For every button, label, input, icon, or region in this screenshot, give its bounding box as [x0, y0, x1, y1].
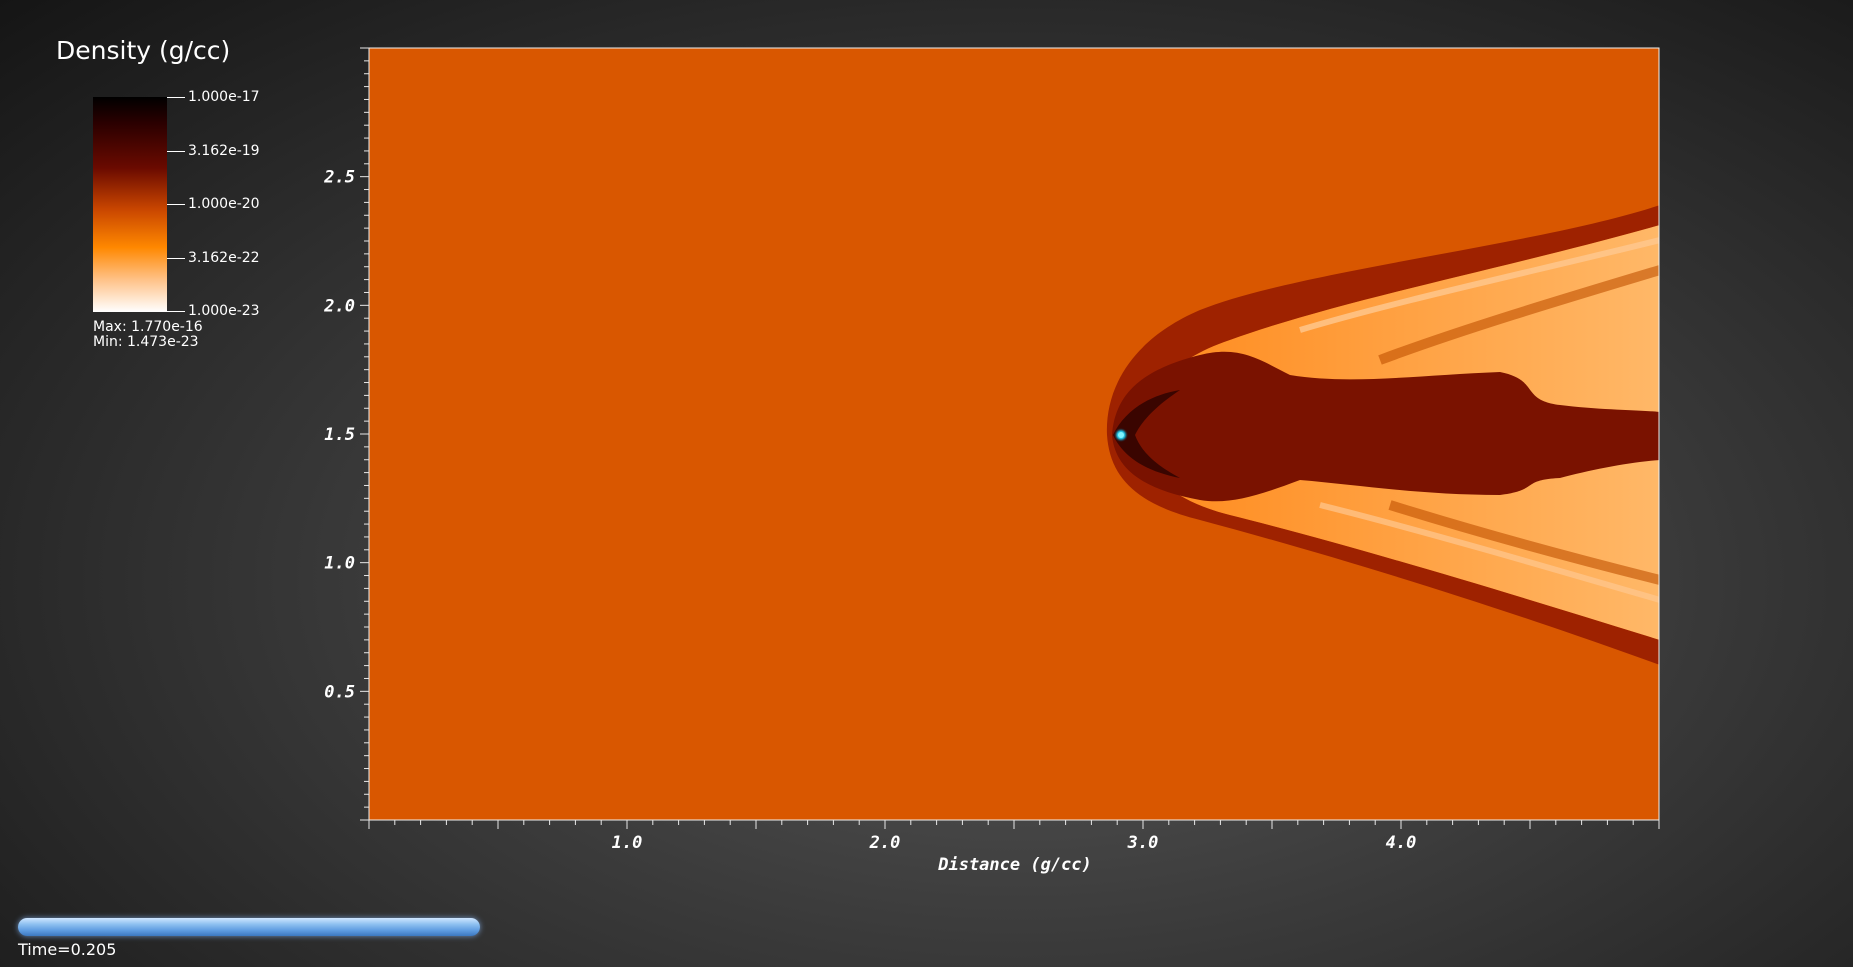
y-tick-label: 2.5	[323, 168, 355, 188]
x-tick-label: 1.0	[612, 833, 643, 853]
density-plot: 1.0 2.0 3.0 4.0 0.5 1.0 1.5 2.0 2.5 Distance (g…	[323, 47, 1660, 875]
time-progress-bar	[18, 918, 480, 936]
y-tick-label: 0.5	[324, 682, 355, 702]
y-tick-label: 1.5	[324, 425, 355, 445]
x-axis: 1.0 2.0 3.0 4.0	[368, 820, 1660, 853]
y-tick-label: 2.0	[323, 296, 355, 316]
x-axis-title: Distance (g/cc)	[937, 855, 1092, 875]
x-tick-label: 2.0	[869, 833, 901, 853]
y-axis: 0.5 1.0 1.5 2.0 2.5	[323, 47, 369, 821]
x-tick-label: 4.0	[1386, 833, 1417, 853]
y-tick-label: 1.0	[324, 554, 355, 574]
time-label: Time=0.205	[18, 940, 117, 959]
x-tick-label: 3.0	[1127, 833, 1159, 853]
